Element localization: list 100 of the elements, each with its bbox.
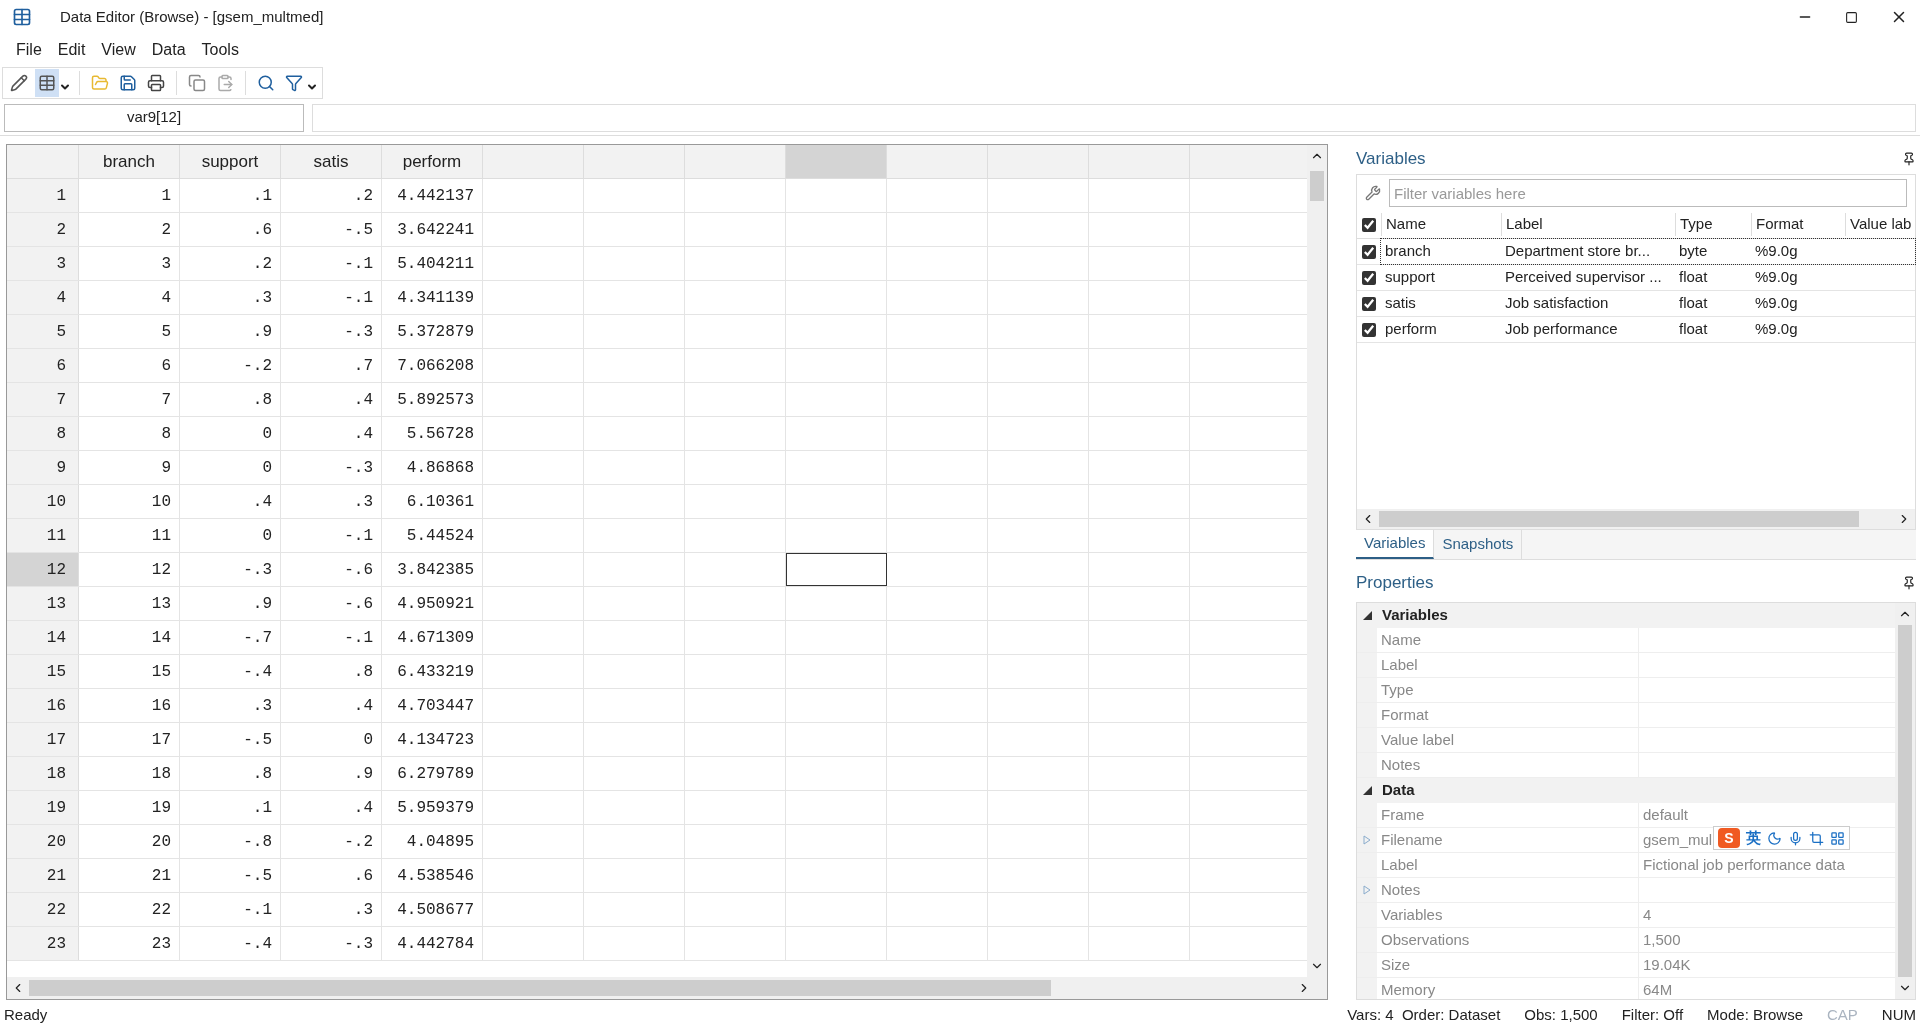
table-cell: -.5 [180, 723, 281, 756]
variable-row[interactable]: satis Job satisfaction float %9.0g [1381, 291, 1915, 316]
section-header[interactable]: Data [1357, 778, 1895, 803]
property-row[interactable]: Value label [1357, 728, 1895, 753]
row-header[interactable]: 20 [7, 825, 79, 858]
table-cell: -.7 [180, 621, 281, 654]
row-header[interactable]: 23 [7, 927, 79, 960]
column-header[interactable]: perform [382, 145, 483, 178]
variable-checkbox[interactable] [1362, 322, 1376, 337]
row-header[interactable]: 10 [7, 485, 79, 518]
menu-item[interactable]: Data [143, 38, 194, 62]
column-header[interactable]: Type [1675, 213, 1751, 236]
row-header[interactable]: 22 [7, 893, 79, 926]
column-header[interactable]: branch [79, 145, 180, 178]
row-header[interactable]: 7 [7, 383, 79, 416]
row-header[interactable]: 16 [7, 689, 79, 722]
row-header[interactable]: 13 [7, 587, 79, 620]
variable-row[interactable]: branch Department store br... byte %9.0g [1381, 239, 1915, 264]
ime-mode[interactable]: 英 [1746, 826, 1761, 850]
ime-toolbar[interactable]: S 英 [1713, 826, 1850, 850]
row-header[interactable]: 15 [7, 655, 79, 688]
row-header[interactable]: 5 [7, 315, 79, 348]
value-field[interactable] [312, 103, 1916, 132]
wrench-icon[interactable] [1365, 185, 1381, 201]
select-all-checkbox[interactable] [1362, 217, 1376, 232]
variable-checkbox[interactable] [1362, 296, 1376, 311]
row-header[interactable]: 18 [7, 757, 79, 790]
row-header[interactable]: 21 [7, 859, 79, 892]
toolbar-button[interactable] [35, 69, 59, 97]
property-row[interactable]: Size 19.04K [1357, 953, 1895, 978]
crop-icon[interactable] [1809, 830, 1824, 846]
row-header[interactable]: 6 [7, 349, 79, 382]
status-item: CAP [1827, 1004, 1858, 1025]
column-header[interactable]: Format [1751, 213, 1845, 236]
row-header[interactable]: 19 [7, 791, 79, 824]
property-row[interactable]: Name [1357, 628, 1895, 653]
pin-icon[interactable] [1902, 576, 1916, 590]
vertical-scrollbar[interactable] [1895, 603, 1915, 999]
table-cell: .2 [180, 247, 281, 280]
row-header[interactable]: 11 [7, 519, 79, 552]
property-row[interactable]: Format [1357, 703, 1895, 728]
property-row[interactable]: Variables 4 [1357, 903, 1895, 928]
app-icon [12, 7, 32, 27]
moon-icon[interactable] [1767, 830, 1782, 846]
table-cell: .3 [281, 485, 382, 518]
horizontal-scrollbar[interactable] [7, 977, 1327, 999]
property-row[interactable]: Type [1357, 678, 1895, 703]
table-cell: -.2 [180, 349, 281, 382]
property-name: Variables [1377, 903, 1639, 927]
column-header[interactable]: Name [1381, 213, 1501, 236]
table-cell: .8 [180, 757, 281, 790]
row-header[interactable]: 4 [7, 281, 79, 314]
filter-field[interactable]: Filter variables here [1389, 179, 1907, 207]
table-cell: -.2 [281, 825, 382, 858]
property-row[interactable]: Label Fictional job performance data [1357, 853, 1895, 878]
menu-item[interactable]: File [8, 38, 50, 62]
column-header[interactable]: support [180, 145, 281, 178]
row-header[interactable]: 1 [7, 179, 79, 212]
property-row[interactable]: Notes [1357, 753, 1895, 778]
variable-checkbox[interactable] [1362, 244, 1376, 259]
property-row[interactable]: Notes [1357, 878, 1895, 903]
column-header[interactable]: Label [1501, 213, 1675, 236]
row-header[interactable]: 12 [7, 553, 79, 586]
section-header[interactable]: Variables [1357, 603, 1895, 628]
collapse-triangle-icon[interactable] [1363, 611, 1372, 620]
variable-checkbox[interactable] [1362, 270, 1376, 285]
row-header[interactable]: 8 [7, 417, 79, 450]
row-header[interactable]: 3 [7, 247, 79, 280]
column-header[interactable]: satis [281, 145, 382, 178]
row-header[interactable]: 9 [7, 451, 79, 484]
restore-icon[interactable] [1845, 10, 1858, 24]
collapse-triangle-icon[interactable] [1363, 786, 1372, 795]
variable-row[interactable]: support Perceived supervisor ... float %9.0g [1381, 265, 1915, 290]
table-cell: 5.44524 [382, 519, 483, 552]
grid-icon[interactable] [1830, 830, 1845, 846]
menu-item[interactable]: View [93, 38, 144, 62]
tab[interactable]: Variables [1356, 530, 1435, 559]
horizontal-scrollbar[interactable] [1357, 509, 1915, 529]
cell-reference-field[interactable]: var9[12] [4, 103, 304, 132]
pin-icon[interactable] [1902, 152, 1916, 166]
vertical-scrollbar[interactable] [1307, 145, 1327, 977]
row-header[interactable]: 2 [7, 213, 79, 246]
property-row[interactable]: Label [1357, 653, 1895, 678]
variable-row[interactable]: perform Job performance float %9.0g [1381, 317, 1915, 342]
menu-item[interactable]: Edit [49, 38, 94, 62]
row-header[interactable]: 14 [7, 621, 79, 654]
table-cell: 4.508677 [382, 893, 483, 926]
microphone-icon[interactable] [1788, 830, 1803, 846]
table-cell: 4.04895 [382, 825, 483, 858]
scroll-thumb[interactable] [1898, 625, 1912, 977]
property-name: Value label [1377, 728, 1639, 752]
table-cell: -.8 [180, 825, 281, 858]
property-row[interactable]: Observations 1,500 [1357, 928, 1895, 953]
column-header[interactable]: Value lab [1845, 213, 1915, 236]
scroll-thumb[interactable] [1310, 171, 1324, 201]
status-item: Mode: Browse [1707, 1004, 1803, 1025]
tab[interactable]: Snapshots [1434, 530, 1523, 559]
row-header[interactable]: 17 [7, 723, 79, 756]
property-row[interactable]: Frame default [1357, 803, 1895, 828]
menu-item[interactable]: Tools [193, 38, 247, 62]
